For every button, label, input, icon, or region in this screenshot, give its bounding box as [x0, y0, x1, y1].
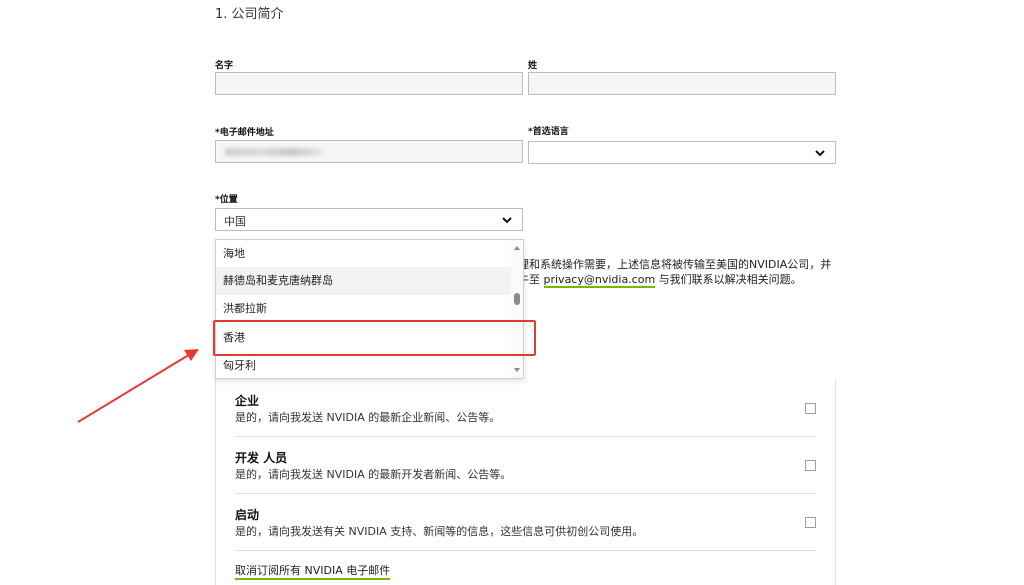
annotation-arrow-icon — [77, 349, 199, 423]
form-page: 1. 公司简介 名字 姓 *电子邮件地址 *首选语言 *位置 中国 海地 赫德岛… — [0, 0, 1024, 585]
